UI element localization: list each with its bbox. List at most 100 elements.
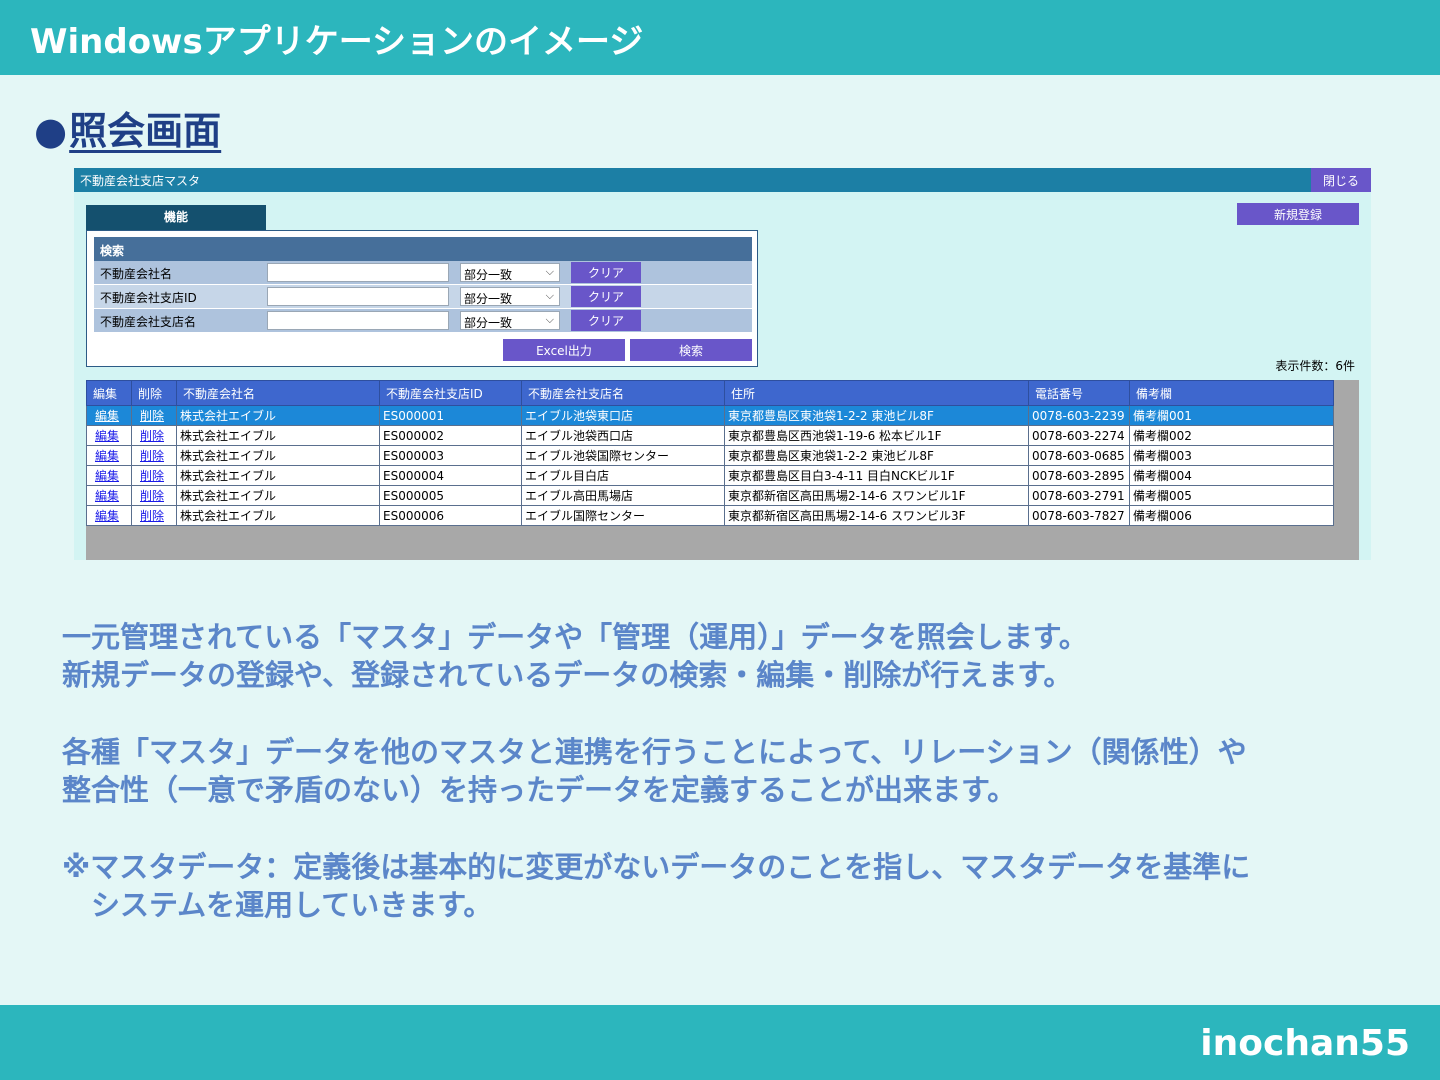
search-label: 不動産会社支店名 — [100, 315, 197, 329]
slide-title: Windowsアプリケーションのイメージ — [30, 22, 644, 62]
delete-link[interactable]: 削除 — [135, 509, 164, 523]
note-cell: 備考欄005 — [1129, 485, 1334, 506]
table-row[interactable]: 編集 削除 株式会社エイブル ES000004 エイブル目白店 東京都豊島区目白… — [86, 465, 1334, 486]
edit-cell: 編集 — [86, 505, 132, 526]
delete-link[interactable]: 削除 — [135, 489, 164, 503]
description-paragraph-1: 一元管理されている「マスタ」データや「管理（運用）」データを照会します。 新規デ… — [62, 618, 1088, 694]
company-name-cell: 株式会社エイブル — [176, 465, 380, 486]
address-cell: 東京都豊島区東池袋1-2-2 東池ビル8F — [724, 405, 1029, 426]
edit-cell: 編集 — [86, 405, 132, 426]
edit-link[interactable]: 編集 — [90, 449, 119, 463]
branch-id-cell: ES000004 — [379, 465, 522, 486]
description-line: 新規データの登録や、登録されているデータの検索・編集・削除が行えます。 — [62, 658, 1073, 692]
edit-link[interactable]: 編集 — [90, 429, 119, 443]
clear-button[interactable]: クリア — [571, 310, 641, 331]
match-mode-value: 部分一致 — [464, 268, 513, 282]
section-heading-text: 照会画面 — [69, 109, 222, 153]
match-mode-select[interactable]: 部分一致 ⌵ — [460, 287, 560, 306]
branch-name-cell: エイブル高田馬場店 — [521, 485, 725, 506]
tab-function[interactable]: 機能 — [86, 205, 266, 230]
note-cell: 備考欄003 — [1129, 445, 1334, 466]
company-name-cell: 株式会社エイブル — [176, 505, 380, 526]
branch-id-cell: ES000006 — [379, 505, 522, 526]
match-mode-select[interactable]: 部分一致 ⌵ — [460, 311, 560, 330]
branch-name-input[interactable] — [267, 311, 449, 330]
clear-button[interactable]: クリア — [571, 262, 641, 283]
phone-cell: 0078-603-2274 — [1028, 425, 1130, 446]
delete-cell: 削除 — [131, 425, 177, 446]
address-cell: 東京都豊島区東池袋1-2-2 東池ビル8F — [724, 445, 1029, 466]
search-button[interactable]: 検索 — [630, 339, 752, 361]
table-header-row: 編集 削除 不動産会社名 不動産会社支店ID 不動産会社支店名 住所 電話番号 … — [86, 380, 1334, 406]
delete-link[interactable]: 削除 — [135, 449, 164, 463]
delete-cell: 削除 — [131, 465, 177, 486]
company-name-cell: 株式会社エイブル — [176, 485, 380, 506]
address-cell: 東京都豊島区目白3-4-11 目白NCKビル1F — [724, 465, 1029, 486]
branch-id-cell: ES000005 — [379, 485, 522, 506]
description-line: 各種「マスタ」データを他のマスタと連携を行うことによって、リレーション（関係性）… — [62, 735, 1247, 769]
table-row[interactable]: 編集 削除 株式会社エイブル ES000001 エイブル池袋東口店 東京都豊島区… — [86, 405, 1334, 426]
branch-id-input[interactable] — [267, 287, 449, 306]
address-cell: 東京都新宿区高田馬場2-14-6 スワンビル3F — [724, 505, 1029, 526]
table-row[interactable]: 編集 削除 株式会社エイブル ES000006 エイブル国際センター 東京都新宿… — [86, 505, 1334, 526]
search-label: 不動産会社名 — [100, 267, 173, 281]
edit-link[interactable]: 編集 — [90, 409, 119, 423]
edit-cell: 編集 — [86, 485, 132, 506]
phone-cell: 0078-603-7827 — [1028, 505, 1130, 526]
delete-link[interactable]: 削除 — [135, 469, 164, 483]
edit-link[interactable]: 編集 — [90, 469, 119, 483]
branch-name-cell: エイブル目白店 — [521, 465, 725, 486]
company-name-cell: 株式会社エイブル — [176, 445, 380, 466]
search-panel-header: 検索 — [94, 237, 752, 261]
delete-link[interactable]: 削除 — [135, 429, 164, 443]
description-line: 整合性（一意で矛盾のない）を持ったデータを定義することが出来ます。 — [62, 773, 1017, 807]
edit-link[interactable]: 編集 — [90, 489, 119, 503]
phone-cell: 0078-603-2895 — [1028, 465, 1130, 486]
company-name-input[interactable] — [267, 263, 449, 282]
phone-cell: 0078-603-0685 — [1028, 445, 1130, 466]
delete-cell: 削除 — [131, 485, 177, 506]
note-cell: 備考欄002 — [1129, 425, 1334, 446]
slide-header: Windowsアプリケーションのイメージ — [0, 0, 1440, 75]
branch-name-cell: エイブル池袋西口店 — [521, 425, 725, 446]
branch-name-cell: エイブル池袋東口店 — [521, 405, 725, 426]
slide-footer: inochan55 — [0, 1005, 1440, 1080]
match-mode-select[interactable]: 部分一致 ⌵ — [460, 263, 560, 282]
delete-link[interactable]: 削除 — [135, 409, 164, 423]
column-header: 備考欄 — [1129, 380, 1334, 406]
chevron-down-icon: ⌵ — [545, 265, 554, 278]
description-paragraph-2: 各種「マスタ」データを他のマスタと連携を行うことによって、リレーション（関係性）… — [62, 733, 1247, 809]
column-header: 不動産会社支店名 — [521, 380, 725, 406]
phone-cell: 0078-603-2791 — [1028, 485, 1130, 506]
result-count: 表示件数：6件 — [1275, 359, 1355, 373]
branch-id-cell: ES000001 — [379, 405, 522, 426]
table-row[interactable]: 編集 削除 株式会社エイブル ES000005 エイブル高田馬場店 東京都新宿区… — [86, 485, 1334, 506]
phone-cell: 0078-603-2239 — [1028, 405, 1130, 426]
match-mode-value: 部分一致 — [464, 292, 513, 306]
table-row[interactable]: 編集 削除 株式会社エイブル ES000003 エイブル池袋国際センター 東京都… — [86, 445, 1334, 466]
description-note: ※マスタデータ：定義後は基本的に変更がないデータのことを指し、マスタデータを基準… — [62, 848, 1250, 924]
column-header: 削除 — [131, 380, 177, 406]
app-window-title: 不動産会社支店マスタ — [80, 174, 201, 188]
clear-button[interactable]: クリア — [571, 286, 641, 307]
description-line: 一元管理されている「マスタ」データや「管理（運用）」データを照会します。 — [62, 620, 1088, 654]
company-name-cell: 株式会社エイブル — [176, 425, 380, 446]
results-grid: 編集 削除 不動産会社名 不動産会社支店ID 不動産会社支店名 住所 電話番号 … — [86, 380, 1359, 560]
app-window: 不動産会社支店マスタ 閉じる 機能 新規登録 検索 不動産会社名 部分一致 ⌵ … — [74, 168, 1371, 560]
table-row[interactable]: 編集 削除 株式会社エイブル ES000002 エイブル池袋西口店 東京都豊島区… — [86, 425, 1334, 446]
edit-cell: 編集 — [86, 445, 132, 466]
search-panel-title: 検索 — [100, 244, 125, 258]
results-table: 編集 削除 不動産会社名 不動産会社支店ID 不動産会社支店名 住所 電話番号 … — [86, 380, 1334, 526]
excel-export-button[interactable]: Excel出力 — [503, 339, 625, 361]
match-mode-value: 部分一致 — [464, 316, 513, 330]
column-header: 電話番号 — [1028, 380, 1130, 406]
column-header: 不動産会社支店ID — [379, 380, 522, 406]
close-button[interactable]: 閉じる — [1311, 168, 1371, 192]
delete-cell: 削除 — [131, 445, 177, 466]
new-register-button[interactable]: 新規登録 — [1237, 203, 1359, 225]
search-label: 不動産会社支店ID — [100, 291, 197, 305]
edit-link[interactable]: 編集 — [90, 509, 119, 523]
section-heading: ●照会画面 — [34, 100, 221, 155]
chevron-down-icon: ⌵ — [545, 313, 554, 326]
chevron-down-icon: ⌵ — [545, 289, 554, 302]
